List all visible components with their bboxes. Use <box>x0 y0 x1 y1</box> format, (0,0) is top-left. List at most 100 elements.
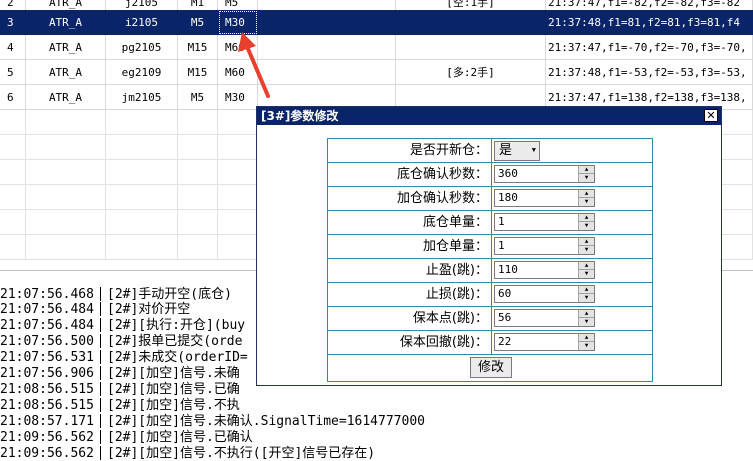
chevron-down-icon: ▼ <box>531 147 536 155</box>
spin-buttons[interactable]: ▲ ▼ <box>578 262 594 278</box>
dialog-titlebar[interactable]: [3#]参数修改 ✕ <box>257 107 721 125</box>
spin-down-icon[interactable]: ▼ <box>579 270 594 278</box>
field-base-confirm-seconds: 底仓确认秒数： 360 ▲ ▼ <box>328 163 652 187</box>
log-line: 21:08:56.515 [2#][加空]信号.不执 <box>0 398 240 413</box>
field-breakeven-point: 保本点(跳)： 56 ▲ ▼ <box>328 307 652 331</box>
spin-down-icon[interactable]: ▼ <box>579 246 594 254</box>
spin-up-icon[interactable]: ▲ <box>579 166 594 174</box>
row-contract: eg2109 <box>106 60 178 85</box>
log-line: 21:09:56.562 [2#][加空]信号.不执行([开空]信号已存在) <box>0 446 376 461</box>
row-index: 5 <box>0 60 26 85</box>
spin-down-icon[interactable]: ▼ <box>579 198 594 206</box>
row-period: M5 <box>178 10 218 35</box>
close-icon[interactable]: ✕ <box>704 109 718 122</box>
log-line: 21:07:56.531 [2#]未成交(orderID= <box>0 350 248 365</box>
add-qty-input[interactable]: 1 ▲ ▼ <box>494 237 595 255</box>
grid-row[interactable]: 4 ATR_A pg2105 M15 M60 21:37:47,f1=-70,f… <box>0 35 753 60</box>
row-pos <box>258 10 396 35</box>
take-profit-input[interactable]: 110 ▲ ▼ <box>494 261 595 279</box>
param-edit-dialog: [3#]参数修改 ✕ 是否开新仓： 是 ▼ 底仓确认秒数： 360 ▲ ▼ 加仓确认秒… <box>256 106 722 386</box>
base-qty-input[interactable]: 1 ▲ ▼ <box>494 213 595 231</box>
row-contract: jm2105 <box>106 85 178 110</box>
row-log: 21:37:47,f1=-70,f2=-70,f3=-70, <box>546 35 753 60</box>
spin-buttons[interactable]: ▲ ▼ <box>578 238 594 254</box>
log-line: 21:08:56.515 [2#][加空]信号.已确 <box>0 382 240 397</box>
spin-down-icon[interactable]: ▼ <box>579 294 594 302</box>
log-line: 21:09:56.562 [2#][加空]信号.已确认 <box>0 430 253 445</box>
stop-loss-input[interactable]: 60 ▲ ▼ <box>494 285 595 303</box>
spin-up-icon[interactable]: ▲ <box>579 214 594 222</box>
row-strategy: ATR_A <box>26 35 106 60</box>
row-index: 6 <box>0 85 26 110</box>
spin-buttons[interactable]: ▲ ▼ <box>578 166 594 182</box>
field-label: 保本点(跳)： <box>328 307 492 330</box>
field-label: 是否开新仓： <box>328 139 492 162</box>
field-stop-loss: 止损(跳)： 60 ▲ ▼ <box>328 283 652 307</box>
spin-buttons[interactable]: ▲ ▼ <box>578 286 594 302</box>
row-strategy: ATR_A <box>26 10 106 35</box>
row-log: 21:37:48,f1=81,f2=81,f3=81,f4 <box>546 10 753 35</box>
row-period2: M60 <box>218 60 258 85</box>
spin-down-icon[interactable]: ▼ <box>579 174 594 182</box>
row-contract: pg2105 <box>106 35 178 60</box>
modify-button[interactable]: 修改 <box>470 357 512 378</box>
param-form: 是否开新仓： 是 ▼ 底仓确认秒数： 360 ▲ ▼ 加仓确认秒数： 180 ▲ ▼ 底仓… <box>327 138 653 382</box>
open-new-select[interactable]: 是 ▼ <box>494 141 540 161</box>
field-label: 加仓单量： <box>328 235 492 258</box>
grid-row-selected[interactable]: 3 ATR_A i2105 M5 M30 21:37:48,f1=81,f2=8… <box>0 10 753 35</box>
field-label: 保本回撤(跳)： <box>328 331 492 354</box>
base-confirm-seconds-input[interactable]: 360 ▲ ▼ <box>494 165 595 183</box>
row-period2[interactable]: M30 <box>218 10 258 35</box>
log-line: 21:07:56.468 [2#]手动开空(底仓) <box>0 287 232 302</box>
spin-down-icon[interactable]: ▼ <box>579 318 594 326</box>
field-label: 加仓确认秒数： <box>328 187 492 210</box>
breakeven-point-input[interactable]: 56 ▲ ▼ <box>494 309 595 327</box>
spin-up-icon[interactable]: ▲ <box>579 310 594 318</box>
row-period2: M60 <box>218 35 258 60</box>
spin-buttons[interactable]: ▲ ▼ <box>578 214 594 230</box>
dialog-title: [3#]参数修改 <box>261 109 339 123</box>
row-pos <box>258 60 396 85</box>
field-label: 止盈(跳)： <box>328 259 492 282</box>
spin-buttons[interactable]: ▲ ▼ <box>578 310 594 326</box>
grid-row[interactable]: 5 ATR_A eg2109 M15 M60 [多:2手] 21:37:48,f… <box>0 60 753 85</box>
field-breakeven-retrace: 保本回撤(跳)： 22 ▲ ▼ <box>328 331 652 355</box>
spin-down-icon[interactable]: ▼ <box>579 342 594 350</box>
spin-up-icon[interactable]: ▲ <box>579 334 594 342</box>
row-strategy: ATR_A <box>26 60 106 85</box>
field-add-qty: 加仓单量： 1 ▲ ▼ <box>328 235 652 259</box>
log-line: 21:08:57.171 [2#][加空]信号.未确认.SignalTime=16… <box>0 414 425 429</box>
row-pos <box>258 35 396 60</box>
row-strategy: ATR_A <box>26 85 106 110</box>
add-confirm-seconds-input[interactable]: 180 ▲ ▼ <box>494 189 595 207</box>
log-line: 21:07:56.906 [2#][加空]信号.未确 <box>0 366 240 381</box>
breakeven-retrace-input[interactable]: 22 ▲ ▼ <box>494 333 595 351</box>
spin-up-icon[interactable]: ▲ <box>579 262 594 270</box>
row-status: [多:2手] <box>396 60 546 85</box>
row-status <box>396 35 546 60</box>
spin-up-icon[interactable]: ▲ <box>579 238 594 246</box>
row-period2: M30 <box>218 85 258 110</box>
field-label: 止损(跳)： <box>328 283 492 306</box>
log-line: 21:07:56.484 [2#][执行:开仓](buy <box>0 318 246 333</box>
field-add-confirm-seconds: 加仓确认秒数： 180 ▲ ▼ <box>328 187 652 211</box>
row-period: M15 <box>178 60 218 85</box>
row-log: 21:37:48,f1=-53,f2=-53,f3=-53, <box>546 60 753 85</box>
spin-up-icon[interactable]: ▲ <box>579 286 594 294</box>
spin-up-icon[interactable]: ▲ <box>579 190 594 198</box>
row-contract: i2105 <box>106 10 178 35</box>
field-label: 底仓确认秒数： <box>328 163 492 186</box>
spin-buttons[interactable]: ▲ ▼ <box>578 334 594 350</box>
submit-row: 修改 <box>328 355 652 381</box>
row-status <box>396 10 546 35</box>
spin-down-icon[interactable]: ▼ <box>579 222 594 230</box>
row-period: M15 <box>178 35 218 60</box>
field-label: 底仓单量： <box>328 211 492 234</box>
field-open-new: 是否开新仓： 是 ▼ <box>328 139 652 163</box>
row-index: 4 <box>0 35 26 60</box>
row-index: 3 <box>0 10 26 35</box>
field-take-profit: 止盈(跳)： 110 ▲ ▼ <box>328 259 652 283</box>
log-line: 21:07:56.484 [2#]对价开空 <box>0 302 191 317</box>
spin-buttons[interactable]: ▲ ▼ <box>578 190 594 206</box>
field-base-qty: 底仓单量： 1 ▲ ▼ <box>328 211 652 235</box>
